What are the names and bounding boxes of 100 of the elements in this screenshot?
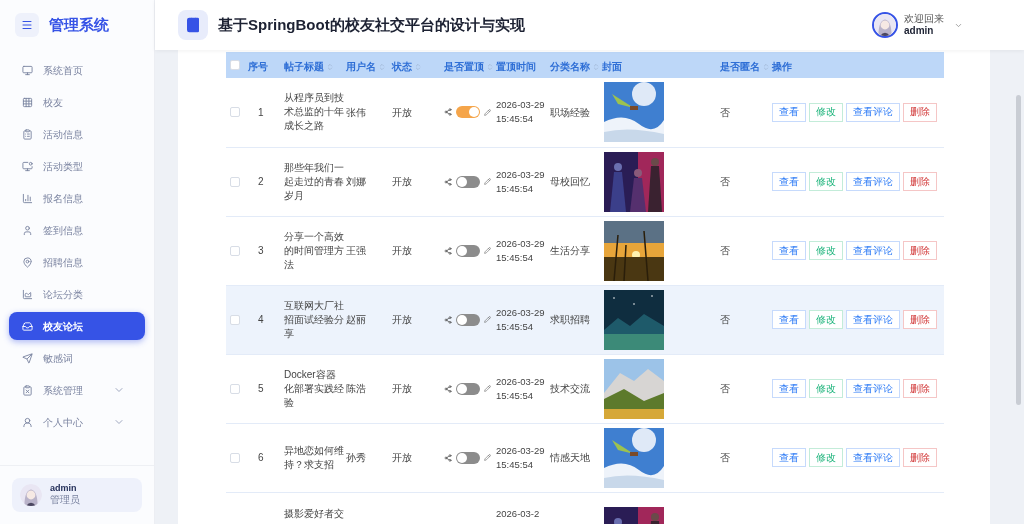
user-name: admin — [50, 483, 78, 495]
action-button[interactable]: 查看 — [772, 448, 806, 467]
pencil-icon[interactable] — [484, 385, 491, 392]
inbox-icon — [22, 320, 33, 332]
scrollbar-thumb[interactable] — [1016, 95, 1021, 405]
action-button[interactable]: 修改 — [809, 310, 843, 329]
user-menu[interactable]: 欢迎回来 admin — [872, 12, 963, 38]
user-name-cell: 王强 — [346, 245, 366, 256]
nav-item[interactable]: 系统管理 — [9, 376, 145, 404]
pencil-icon[interactable] — [484, 108, 491, 116]
category-cell: 母校回忆 — [550, 176, 590, 187]
nav-item[interactable]: 校友论坛 — [9, 312, 145, 340]
user-card[interactable]: admin 管理员 — [12, 478, 142, 512]
action-button[interactable]: 查看 — [772, 241, 806, 260]
nav-item[interactable]: 系统首页 — [9, 56, 145, 84]
action-button[interactable]: 查看评论 — [846, 102, 900, 122]
toggle-switch[interactable] — [456, 244, 480, 257]
action-button[interactable]: 删除 — [903, 310, 937, 329]
user-icon — [22, 224, 33, 236]
column-header[interactable]: 是否匿名 — [720, 59, 770, 74]
column-header[interactable]: 状态 — [392, 59, 422, 74]
share-icon[interactable] — [444, 453, 452, 462]
checkbox[interactable] — [230, 60, 240, 70]
action-button[interactable]: 修改 — [809, 241, 843, 260]
user-name-cell: 赵丽 — [346, 314, 366, 325]
anonymous-cell: 否 — [720, 383, 730, 394]
action-button[interactable]: 删除 — [903, 379, 937, 398]
action-button[interactable]: 删除 — [903, 241, 937, 260]
nav-item[interactable]: 报名信息 — [9, 184, 145, 212]
action-button[interactable]: 查看评论 — [846, 310, 900, 329]
action-button[interactable]: 查看 — [772, 310, 806, 329]
user-name-cell: 孙秀 — [346, 452, 366, 463]
checkbox[interactable] — [230, 176, 240, 187]
anonymous-cell: 否 — [720, 176, 730, 187]
toggle-switch[interactable] — [456, 106, 480, 119]
toggle-switch[interactable] — [456, 175, 480, 188]
pencil-icon[interactable] — [484, 454, 491, 461]
share-icon[interactable] — [444, 384, 452, 393]
action-button[interactable]: 查看 — [772, 379, 806, 398]
action-button[interactable]: 查看评论 — [846, 241, 900, 260]
nav-item[interactable]: 个人中心 — [9, 408, 145, 436]
pencil-icon[interactable] — [484, 247, 491, 254]
action-button[interactable]: 修改 — [809, 102, 843, 122]
greeting: 欢迎回来 — [904, 12, 944, 25]
action-button[interactable]: 查看 — [772, 102, 806, 122]
action-button[interactable]: 查看评论 — [846, 172, 900, 191]
toggle-switch[interactable] — [456, 382, 480, 395]
toggle-switch[interactable] — [456, 313, 480, 326]
share-icon[interactable] — [444, 177, 452, 186]
column-header[interactable]: 是否置顶 — [444, 59, 494, 74]
action-button[interactable]: 删除 — [903, 448, 937, 467]
anonymous-cell: 否 — [720, 314, 730, 325]
status-cell: 开放 — [392, 176, 412, 187]
action-button[interactable]: 查看 — [772, 172, 806, 191]
anonymous-cell: 否 — [720, 452, 730, 463]
column-header[interactable]: 分类名称 — [550, 59, 600, 74]
share-icon[interactable] — [444, 315, 452, 324]
checkbox[interactable] — [230, 452, 240, 463]
pencil-icon[interactable] — [484, 178, 491, 185]
nav-item[interactable]: 签到信息 — [9, 216, 145, 244]
checkbox[interactable] — [230, 107, 240, 118]
menu-icon[interactable] — [15, 13, 39, 37]
action-button[interactable]: 修改 — [809, 448, 843, 467]
nav-item[interactable]: 论坛分类 — [9, 280, 145, 308]
user-role: 管理员 — [50, 494, 80, 507]
checkbox[interactable] — [230, 314, 240, 325]
time-cell-text: 2026-03-2 — [496, 506, 541, 521]
toggle-switch[interactable] — [456, 451, 480, 464]
nav-item[interactable]: 活动类型 — [9, 152, 145, 180]
column-header[interactable]: 帖子标题 — [284, 59, 334, 74]
time-cell-text: 2026-03-29 15:45:54 — [496, 443, 546, 472]
time-cell-text: 2026-03-29 15:45:54 — [496, 98, 546, 127]
category-cell: 情感天地 — [550, 452, 590, 463]
share-icon[interactable] — [444, 108, 452, 117]
action-button[interactable]: 删除 — [903, 172, 937, 191]
logo-icon — [178, 10, 208, 40]
checkbox[interactable] — [230, 245, 240, 256]
pencil-icon[interactable] — [484, 316, 491, 323]
nav-item[interactable]: 招聘信息 — [9, 248, 145, 276]
checkbox[interactable] — [230, 383, 240, 394]
nav-item[interactable]: 敏感词 — [9, 344, 145, 372]
category-cell: 技术交流 — [550, 383, 590, 394]
time-cell-text: 2026-03-29 15:45:54 — [496, 305, 546, 334]
action-button[interactable]: 修改 — [809, 172, 843, 191]
time-cell-text: 2026-03-29 15:45:54 — [496, 374, 546, 403]
action-button[interactable]: 修改 — [809, 379, 843, 398]
column-header: 封面 — [602, 60, 622, 74]
share-icon[interactable] — [444, 246, 452, 255]
category-cell: 职场经验 — [550, 106, 590, 118]
header-user-name: admin — [904, 25, 935, 38]
avatar — [20, 484, 42, 506]
nav-item[interactable]: 校友 — [9, 88, 145, 116]
status-cell: 开放 — [392, 383, 412, 394]
post-title: 互联网大厂社招面试经验分享 — [284, 298, 344, 341]
column-header[interactable]: 用户名 — [346, 59, 386, 74]
nav-item[interactable]: 活动信息 — [9, 120, 145, 148]
action-button[interactable]: 查看评论 — [846, 379, 900, 398]
action-button[interactable]: 查看评论 — [846, 448, 900, 467]
action-button[interactable]: 删除 — [903, 102, 937, 122]
bar-chart-icon — [22, 192, 33, 204]
